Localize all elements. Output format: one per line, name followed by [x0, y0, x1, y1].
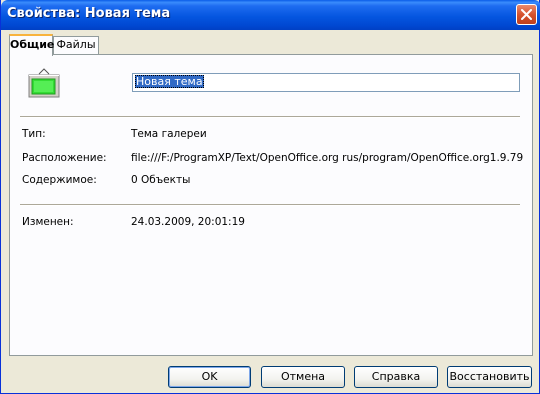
- contents-value: 0 Объекты: [131, 174, 191, 186]
- modified-value: 24.03.2009, 20:01:19: [131, 216, 245, 228]
- divider: [20, 204, 520, 206]
- tab-files[interactable]: Файлы: [53, 36, 99, 54]
- reset-button[interactable]: Восстановить: [447, 366, 532, 388]
- location-label: Расположение:: [22, 152, 107, 164]
- location-value: file:///F:/ProgramXP/Text/OpenOffice.org…: [131, 152, 523, 164]
- gallery-theme-icon: [28, 66, 60, 99]
- help-button[interactable]: Справка: [354, 366, 438, 388]
- type-value: Тема галереи: [131, 128, 207, 140]
- theme-name-text: Новая тема: [135, 75, 204, 88]
- ok-button[interactable]: OK: [168, 366, 251, 388]
- general-panel: Новая тема Тип: Тема галереи Расположени…: [9, 54, 533, 356]
- tab-general[interactable]: Общие: [9, 34, 54, 56]
- type-label: Тип:: [22, 128, 46, 140]
- properties-dialog: Свойства: Новая тема Общие Файлы Новая т…: [0, 0, 540, 394]
- close-icon: [521, 9, 532, 20]
- contents-label: Содержимое:: [22, 174, 97, 186]
- divider: [20, 116, 520, 118]
- modified-label: Изменен:: [22, 216, 74, 228]
- window-title: Свойства: Новая тема: [7, 6, 171, 21]
- cancel-button[interactable]: Отмена: [261, 366, 345, 388]
- title-bar[interactable]: Свойства: Новая тема: [1, 0, 540, 30]
- theme-name-input[interactable]: Новая тема: [132, 73, 520, 92]
- close-button[interactable]: [516, 4, 537, 25]
